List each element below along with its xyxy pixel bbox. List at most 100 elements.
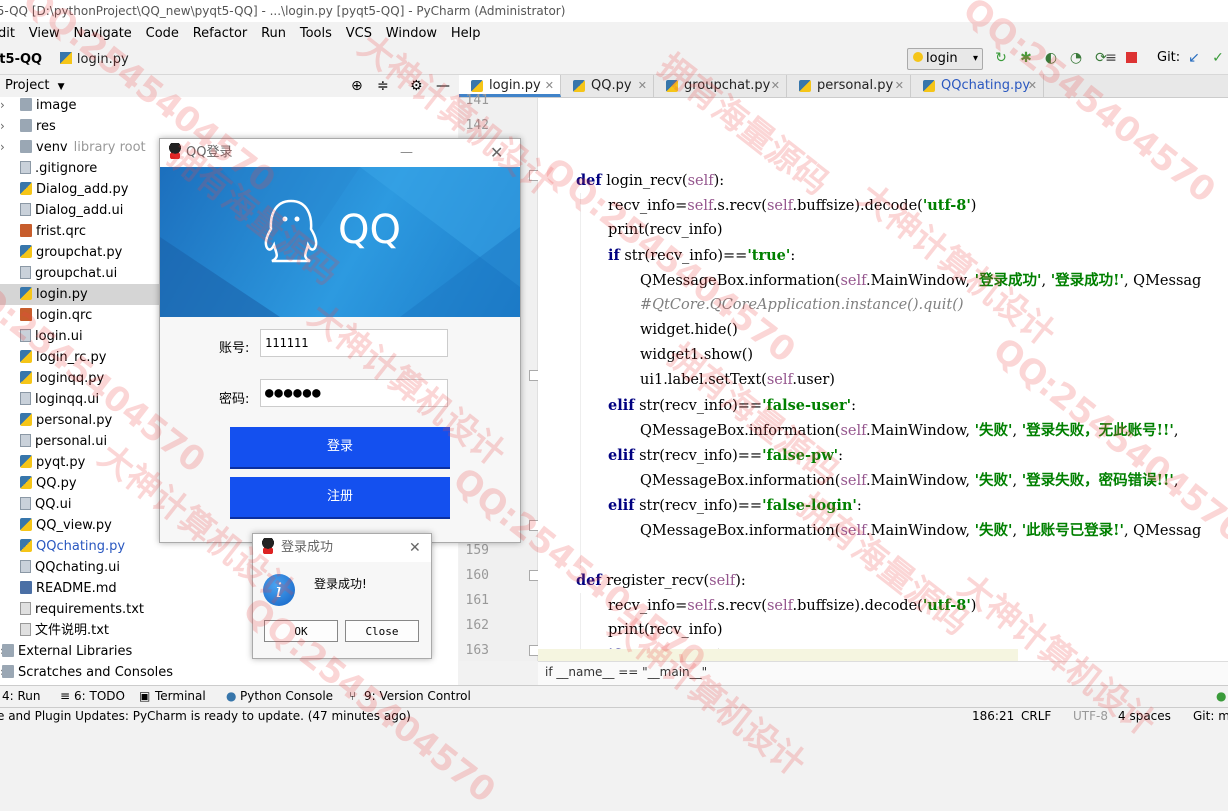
tab-label: login.py xyxy=(489,78,541,93)
tree-item[interactable]: › image xyxy=(0,95,458,116)
status-message[interactable]: e and Plugin Updates: PyCharm is ready t… xyxy=(0,708,411,724)
project-panel-title[interactable]: Project xyxy=(5,78,49,93)
chevron-right-icon[interactable]: › xyxy=(0,116,5,137)
folder-icon xyxy=(20,140,32,153)
code-line[interactable]: QMessageBox.information(self.MainWindow,… xyxy=(640,268,1201,293)
lib-icon xyxy=(2,644,14,657)
tree-item-label: QQchating.py xyxy=(36,539,126,554)
tool-run[interactable]: 4: Run xyxy=(2,686,41,707)
code-line[interactable]: recv_info=self.s.recv(self.buffsize).dec… xyxy=(608,593,976,618)
close-icon[interactable]: ✕ xyxy=(409,534,421,562)
code-line[interactable]: QMessageBox.information(self.MainWindow,… xyxy=(640,518,1201,543)
menu-window[interactable]: Window xyxy=(380,23,441,45)
tab-qq-py[interactable]: QQ.py ✕ xyxy=(561,75,654,97)
tree-item-label: QQ.ui xyxy=(35,497,72,512)
close-icon[interactable]: ✕ xyxy=(895,75,904,97)
close-icon[interactable]: ✕ xyxy=(1028,75,1037,97)
tool-terminal[interactable]: Terminal xyxy=(155,686,206,707)
code-line[interactable]: print(recv_info) xyxy=(608,218,722,243)
tool-python-console[interactable]: Python Console xyxy=(240,686,333,707)
code-line[interactable]: widget.hide() xyxy=(640,318,738,343)
tree-item[interactable]: › res xyxy=(0,116,458,137)
code-line[interactable]: print(recv_info) xyxy=(608,618,722,643)
tab-label: QQ.py xyxy=(591,78,632,93)
nav-file[interactable]: login.py xyxy=(59,45,129,75)
chevron-down-icon[interactable]: ▼ xyxy=(58,82,65,92)
menu-view[interactable]: View xyxy=(23,23,64,45)
tree-item-label: login.ui xyxy=(35,329,83,344)
close-button[interactable]: Close xyxy=(345,620,419,642)
stop-icon[interactable] xyxy=(1123,50,1139,66)
line-number: 159 xyxy=(465,543,489,558)
run-config-select[interactable]: login ▾ xyxy=(907,48,983,70)
coverage-icon[interactable]: ◐ xyxy=(1043,50,1059,66)
code-line[interactable]: QMessageBox.information(self.MainWindow,… xyxy=(640,468,1178,493)
code-line[interactable]: recv_info=self.s.recv(self.buffsize).dec… xyxy=(608,193,976,218)
code-line[interactable]: def register_recv(self): xyxy=(576,568,746,593)
close-icon[interactable]: ✕ xyxy=(545,75,554,97)
tree-item-label: groupchat.ui xyxy=(35,266,118,281)
nav-project[interactable]: qt5-QQ xyxy=(0,45,42,75)
txt-icon xyxy=(20,623,31,636)
tab-qqchating-py[interactable]: QQchating.py ✕ xyxy=(911,75,1044,97)
menu-help[interactable]: Help xyxy=(445,23,485,45)
qrc-icon xyxy=(20,224,32,237)
git-commit-icon[interactable]: ✓ xyxy=(1210,50,1226,66)
status-git-branch[interactable]: Git: ma xyxy=(1193,708,1228,724)
tree-item-label: .gitignore xyxy=(35,161,98,176)
list-icon[interactable]: ≡ xyxy=(1103,50,1119,66)
menu-bar: dit View Navigate Code Refactor Run Tool… xyxy=(0,22,1228,44)
chevron-right-icon[interactable]: › xyxy=(0,137,5,158)
close-icon[interactable]: ✕ xyxy=(638,75,647,97)
rerun-icon[interactable]: ↻ xyxy=(993,50,1009,66)
tab-personal-py[interactable]: personal.py ✕ xyxy=(787,75,911,97)
collapse-icon[interactable]: ≑ xyxy=(377,75,389,97)
tool-version-control[interactable]: 9: Version Control xyxy=(364,686,471,707)
code-line[interactable]: QMessageBox.information(self.MainWindow,… xyxy=(640,418,1178,443)
hide-icon[interactable]: — xyxy=(436,75,450,97)
code-line[interactable]: #QtCore.QCoreApplication.instance().quit… xyxy=(640,293,964,318)
status-line-separator[interactable]: CRLF xyxy=(1021,708,1051,724)
code-line[interactable]: elif str(recv_info)=='false-login': xyxy=(608,493,862,518)
debug-icon[interactable]: ✱ xyxy=(1018,50,1034,66)
line-number: 141 xyxy=(465,94,489,108)
menu-run[interactable]: Run xyxy=(255,23,290,45)
locate-icon[interactable]: ⊕ xyxy=(351,75,363,97)
menu-refactor[interactable]: Refactor xyxy=(187,23,252,45)
login-button[interactable]: 登录 xyxy=(230,427,450,469)
profile-icon[interactable]: ◔ xyxy=(1068,50,1084,66)
status-encoding[interactable]: UTF-8 xyxy=(1073,708,1108,724)
event-log-icon[interactable]: ● xyxy=(1216,686,1226,707)
status-indent[interactable]: 4 spaces xyxy=(1118,708,1171,724)
ok-button[interactable]: OK xyxy=(264,620,338,642)
menu-vcs[interactable]: VCS xyxy=(340,23,376,45)
tree-item[interactable]: ›Scratches and Consoles xyxy=(0,662,458,683)
close-icon[interactable]: ✕ xyxy=(490,139,503,167)
code-line[interactable]: if str(recv_info)=='true': xyxy=(608,243,795,268)
chevron-right-icon[interactable]: › xyxy=(0,95,5,116)
menu-navigate[interactable]: Navigate xyxy=(67,23,135,45)
account-input[interactable]: 111111 xyxy=(260,329,448,357)
code-line[interactable]: elif str(recv_info)=='false-pw': xyxy=(608,443,843,468)
code-line[interactable]: ui1.label.setText(self.user) xyxy=(640,368,835,393)
python-icon: ● xyxy=(226,689,237,703)
code-editor[interactable]: def login_recv(self): recv_info=self.s.re… xyxy=(538,98,1228,661)
status-position[interactable]: 186:21 xyxy=(972,708,1014,724)
minimize-icon[interactable]: — xyxy=(400,139,413,167)
code-line[interactable]: widget1.show() xyxy=(640,343,753,368)
git-update-icon[interactable]: ↙ xyxy=(1186,50,1202,66)
qq-logo-text: QQ xyxy=(338,207,401,253)
code-breadcrumb-label[interactable]: if __name__ == "__main__" xyxy=(545,665,707,679)
register-button[interactable]: 注册 xyxy=(230,477,450,519)
code-line[interactable]: elif str(recv_info)=='false-user': xyxy=(608,393,856,418)
menu-code[interactable]: Code xyxy=(140,23,183,45)
tool-todo[interactable]: 6: TODO xyxy=(74,686,125,707)
close-icon[interactable]: ✕ xyxy=(771,75,780,97)
menu-tools[interactable]: Tools xyxy=(294,23,336,45)
tree-item-label: personal.py xyxy=(36,413,113,428)
gear-icon[interactable]: ⚙ xyxy=(410,75,423,97)
menu-edit[interactable]: dit xyxy=(0,23,19,45)
tab-groupchat-py[interactable]: groupchat.py ✕ xyxy=(654,75,787,97)
password-input[interactable]: ●●●●●● xyxy=(260,379,448,407)
code-line[interactable]: def login_recv(self): xyxy=(576,168,724,193)
